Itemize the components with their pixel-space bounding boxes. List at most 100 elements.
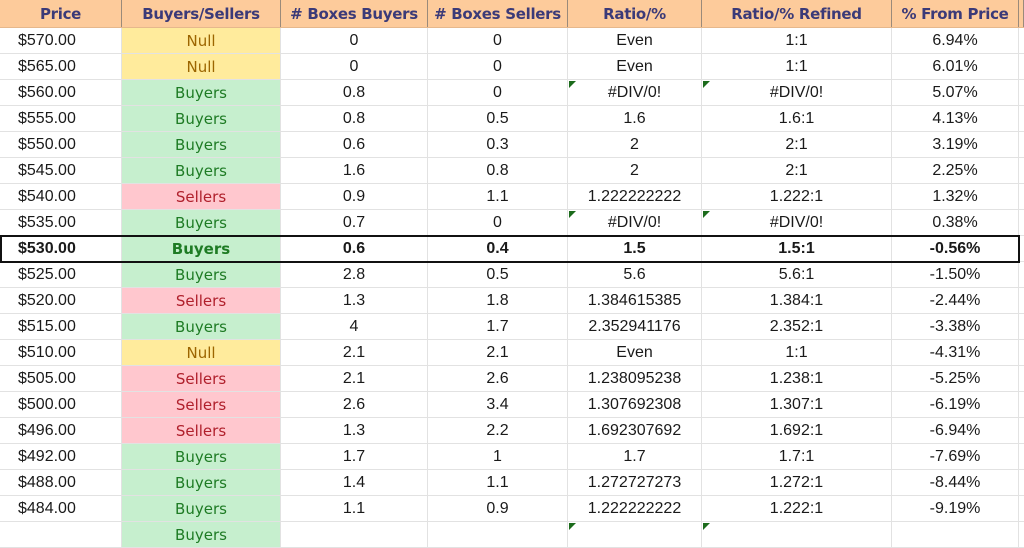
price-cell[interactable]: $570.00 xyxy=(0,28,122,53)
boxes-buyers-cell[interactable]: 0.6 xyxy=(281,236,428,261)
side-cell[interactable]: Null xyxy=(122,28,281,53)
next-column-cell[interactable] xyxy=(1019,54,1024,79)
price-cell[interactable]: $550.00 xyxy=(0,132,122,157)
next-column-cell[interactable] xyxy=(1019,418,1024,443)
next-column-cell[interactable] xyxy=(1019,184,1024,209)
ratio-refined-cell[interactable]: 1.692:1 xyxy=(702,418,892,443)
header-ratio[interactable]: Ratio/% xyxy=(568,0,702,27)
price-cell[interactable]: $510.00 xyxy=(0,340,122,365)
next-column-cell[interactable] xyxy=(1019,366,1024,391)
boxes-sellers-cell[interactable]: 1.8 xyxy=(428,288,568,313)
pct-from-price-cell[interactable]: -5.25% xyxy=(892,366,1019,391)
boxes-buyers-cell[interactable]: 1.7 xyxy=(281,444,428,469)
header-next-column[interactable] xyxy=(1019,0,1024,27)
next-column-cell[interactable] xyxy=(1019,288,1024,313)
boxes-buyers-cell[interactable] xyxy=(281,522,428,547)
side-cell[interactable]: Null xyxy=(122,340,281,365)
ratio-cell[interactable]: 1.307692308 xyxy=(568,392,702,417)
ratio-cell[interactable]: 1.272727273 xyxy=(568,470,702,495)
boxes-sellers-cell[interactable] xyxy=(428,522,568,547)
ratio-cell[interactable]: #DIV/0! xyxy=(568,210,702,235)
header-ratio-refined[interactable]: Ratio/% Refined xyxy=(702,0,892,27)
ratio-cell[interactable]: 1.6 xyxy=(568,106,702,131)
header-pct-from-price[interactable]: % From Price xyxy=(892,0,1019,27)
next-column-cell[interactable] xyxy=(1019,470,1024,495)
boxes-buyers-cell[interactable]: 0 xyxy=(281,54,428,79)
ratio-refined-cell[interactable]: 1.307:1 xyxy=(702,392,892,417)
price-cell[interactable]: $530.00 xyxy=(0,236,122,261)
boxes-sellers-cell[interactable]: 2.1 xyxy=(428,340,568,365)
ratio-refined-cell[interactable]: 2.352:1 xyxy=(702,314,892,339)
boxes-buyers-cell[interactable]: 0.9 xyxy=(281,184,428,209)
ratio-cell[interactable]: 1.384615385 xyxy=(568,288,702,313)
pct-from-price-cell[interactable]: 6.01% xyxy=(892,54,1019,79)
boxes-buyers-cell[interactable]: 4 xyxy=(281,314,428,339)
side-cell[interactable]: Buyers xyxy=(122,262,281,287)
header-buyers-sellers[interactable]: Buyers/Sellers xyxy=(122,0,281,27)
boxes-sellers-cell[interactable]: 0.5 xyxy=(428,262,568,287)
ratio-cell[interactable]: Even xyxy=(568,340,702,365)
boxes-sellers-cell[interactable]: 3.4 xyxy=(428,392,568,417)
header-price[interactable]: Price xyxy=(0,0,122,27)
ratio-cell[interactable]: 1.238095238 xyxy=(568,366,702,391)
ratio-refined-cell[interactable]: 1.222:1 xyxy=(702,496,892,521)
pct-from-price-cell[interactable]: -6.19% xyxy=(892,392,1019,417)
ratio-cell[interactable]: 2 xyxy=(568,158,702,183)
ratio-cell[interactable]: #DIV/0! xyxy=(568,80,702,105)
price-cell[interactable]: $560.00 xyxy=(0,80,122,105)
ratio-refined-cell[interactable]: 1.384:1 xyxy=(702,288,892,313)
price-cell[interactable]: $492.00 xyxy=(0,444,122,469)
ratio-refined-cell[interactable]: 2:1 xyxy=(702,132,892,157)
side-cell[interactable]: Sellers xyxy=(122,288,281,313)
pct-from-price-cell[interactable]: -0.56% xyxy=(892,236,1019,261)
side-cell[interactable]: Null xyxy=(122,54,281,79)
side-cell[interactable]: Sellers xyxy=(122,418,281,443)
price-cell[interactable]: $535.00 xyxy=(0,210,122,235)
boxes-sellers-cell[interactable]: 0 xyxy=(428,80,568,105)
ratio-cell[interactable]: 2.352941176 xyxy=(568,314,702,339)
header-boxes-buyers[interactable]: # Boxes Buyers xyxy=(281,0,428,27)
ratio-refined-cell[interactable]: 1.238:1 xyxy=(702,366,892,391)
boxes-buyers-cell[interactable]: 0.7 xyxy=(281,210,428,235)
pct-from-price-cell[interactable]: -8.44% xyxy=(892,470,1019,495)
boxes-buyers-cell[interactable]: 2.8 xyxy=(281,262,428,287)
price-cell[interactable] xyxy=(0,522,122,547)
side-cell[interactable]: Buyers xyxy=(122,236,281,261)
price-cell[interactable]: $520.00 xyxy=(0,288,122,313)
price-cell[interactable]: $565.00 xyxy=(0,54,122,79)
boxes-buyers-cell[interactable]: 2.6 xyxy=(281,392,428,417)
ratio-refined-cell[interactable]: 1:1 xyxy=(702,54,892,79)
side-cell[interactable]: Buyers xyxy=(122,210,281,235)
boxes-buyers-cell[interactable]: 1.3 xyxy=(281,418,428,443)
ratio-refined-cell[interactable]: 1:1 xyxy=(702,28,892,53)
side-cell[interactable]: Buyers xyxy=(122,470,281,495)
next-column-cell[interactable] xyxy=(1019,236,1024,261)
pct-from-price-cell[interactable]: 3.19% xyxy=(892,132,1019,157)
ratio-refined-cell[interactable]: 1.5:1 xyxy=(702,236,892,261)
side-cell[interactable]: Buyers xyxy=(122,106,281,131)
boxes-sellers-cell[interactable]: 0.3 xyxy=(428,132,568,157)
side-cell[interactable]: Buyers xyxy=(122,444,281,469)
ratio-cell[interactable]: 1.5 xyxy=(568,236,702,261)
next-column-cell[interactable] xyxy=(1019,392,1024,417)
ratio-refined-cell[interactable]: 1:1 xyxy=(702,340,892,365)
ratio-refined-cell[interactable]: 1.7:1 xyxy=(702,444,892,469)
boxes-sellers-cell[interactable]: 0 xyxy=(428,210,568,235)
boxes-buyers-cell[interactable]: 1.6 xyxy=(281,158,428,183)
price-cell[interactable]: $484.00 xyxy=(0,496,122,521)
side-cell[interactable]: Buyers xyxy=(122,314,281,339)
pct-from-price-cell[interactable]: 6.94% xyxy=(892,28,1019,53)
boxes-sellers-cell[interactable]: 0 xyxy=(428,28,568,53)
ratio-cell[interactable]: 2 xyxy=(568,132,702,157)
pct-from-price-cell[interactable]: 2.25% xyxy=(892,158,1019,183)
boxes-sellers-cell[interactable]: 2.6 xyxy=(428,366,568,391)
side-cell[interactable]: Sellers xyxy=(122,392,281,417)
ratio-cell[interactable]: 1.222222222 xyxy=(568,184,702,209)
next-column-cell[interactable] xyxy=(1019,262,1024,287)
side-cell[interactable]: Sellers xyxy=(122,184,281,209)
next-column-cell[interactable] xyxy=(1019,106,1024,131)
ratio-refined-cell[interactable]: #DIV/0! xyxy=(702,210,892,235)
ratio-cell[interactable]: 1.222222222 xyxy=(568,496,702,521)
next-column-cell[interactable] xyxy=(1019,340,1024,365)
boxes-sellers-cell[interactable]: 2.2 xyxy=(428,418,568,443)
